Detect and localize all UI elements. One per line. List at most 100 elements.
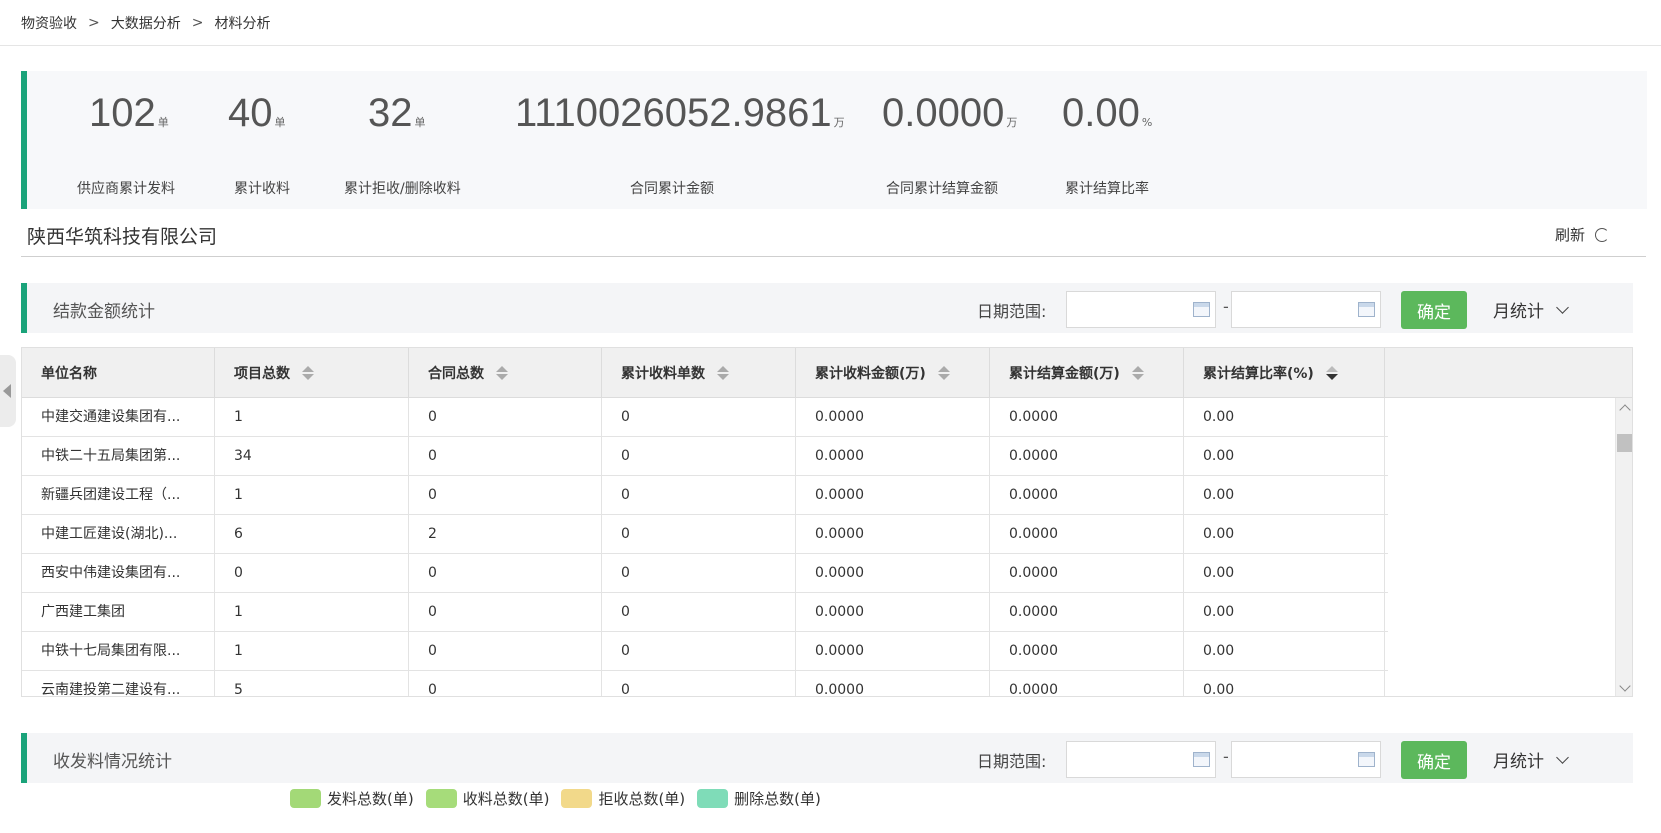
column-header[interactable]: 累计收料金额(万)	[796, 348, 990, 398]
table-row[interactable]: 中建交通建设集团有... 1 0 0 0.0000 0.0000 0.00	[22, 398, 1388, 437]
sort-icon[interactable]	[717, 366, 729, 380]
table-cell: 0.0000	[990, 554, 1184, 593]
start-date-input[interactable]	[1066, 741, 1216, 778]
chevron-down-icon	[1556, 750, 1569, 764]
breadcrumb-separator: >	[88, 14, 100, 31]
table-cell: 0	[409, 398, 602, 437]
table-cell: 0.00	[1184, 554, 1385, 593]
table-cell: 0	[409, 476, 602, 515]
column-header[interactable]: 项目总数	[215, 348, 409, 398]
table-cell: 0.0000	[796, 476, 990, 515]
sort-icon[interactable]	[1131, 366, 1144, 380]
end-date-input[interactable]	[1231, 741, 1381, 778]
table-body: 中建交通建设集团有... 1 0 0 0.0000 0.0000 0.00 中铁二十五局集团第…	[22, 398, 1388, 696]
stat-rejected-deleted: 32 单	[368, 91, 426, 136]
stat-mode-value: 月统计	[1493, 302, 1544, 322]
stat-value: 1110026052.9861	[515, 91, 832, 135]
column-header[interactable]: 累计收料单数	[602, 348, 796, 398]
table-cell: 1	[215, 632, 409, 671]
table-cell: 0	[602, 398, 796, 437]
table-row[interactable]: 中建工匠建设(湖北)... 6 2 0 0.0000 0.0000 0.00	[22, 515, 1388, 554]
breadcrumb-separator: >	[191, 14, 204, 31]
table-cell: 1	[215, 476, 409, 515]
table-row[interactable]: 西安中伟建设集团有... 0 0 0 0.0000 0.0000 0.00	[22, 554, 1388, 593]
table-cell: 0	[602, 671, 796, 696]
table-cell: 0	[409, 593, 602, 632]
sort-icon[interactable]	[302, 366, 314, 380]
scroll-up-icon[interactable]	[1619, 404, 1631, 416]
table-cell: 0	[602, 437, 796, 476]
sort-icon[interactable]	[937, 366, 950, 380]
stat-mode-dropdown[interactable]: 月统计	[1493, 747, 1569, 772]
table-cell: 0.0000	[796, 554, 990, 593]
table-cell: 0	[602, 476, 796, 515]
stat-value: 0.0000	[882, 91, 1005, 135]
column-header[interactable]: 合同总数	[409, 348, 602, 398]
stat-value: 32	[368, 91, 413, 135]
table-row[interactable]: 新疆兵团建设工程（... 1 0 0 0.0000 0.0000 0.00	[22, 476, 1388, 515]
legend-item[interactable]: 拒收总数(单)	[561, 788, 685, 809]
table-cell: 0	[409, 437, 602, 476]
material-stats-header: 收发料情况统计 日期范围: - 确定 月统计	[21, 733, 1633, 783]
end-date-input[interactable]	[1231, 291, 1381, 328]
stat-unit: 单	[414, 116, 426, 129]
column-header-label: 合同总数	[428, 366, 484, 382]
stat-value: 40	[228, 91, 273, 135]
table-cell: 云南建投第二建设有...	[22, 671, 215, 696]
sort-desc-icon[interactable]	[1325, 366, 1338, 380]
legend-swatch	[290, 789, 321, 808]
table-cell: 0.00	[1184, 398, 1385, 437]
legend-item[interactable]: 收料总数(单)	[425, 788, 549, 809]
date-separator: -	[1223, 747, 1229, 766]
table-cell: 0.00	[1184, 515, 1385, 554]
stat-value: 0.00	[1062, 91, 1140, 135]
table-row[interactable]: 中铁二十五局集团第... 34 0 0 0.0000 0.0000 0.00	[22, 437, 1388, 476]
table-cell: 0	[409, 554, 602, 593]
settlement-stats-header: 结款金额统计 日期范围: - 确定 月统计	[21, 283, 1633, 333]
date-range-label: 日期范围:	[977, 302, 1047, 321]
stat-mode-value: 月统计	[1493, 752, 1544, 772]
calendar-icon[interactable]	[1193, 302, 1210, 317]
legend-swatch	[697, 789, 729, 808]
calendar-icon[interactable]	[1193, 752, 1210, 767]
table-cell: 0.0000	[990, 398, 1184, 437]
legend-item[interactable]: 发料总数(单)	[290, 788, 414, 809]
scrollbar-thumb[interactable]	[1617, 434, 1632, 452]
sort-icon[interactable]	[496, 366, 508, 380]
divider	[21, 256, 1646, 257]
table-cell: 0	[602, 593, 796, 632]
legend-item[interactable]: 删除总数(单)	[697, 788, 821, 809]
table-cell: 0	[602, 515, 796, 554]
column-header[interactable]: 累计结算比率(%)	[1184, 348, 1385, 398]
breadcrumb-item-bigdata[interactable]: 大数据分析	[111, 13, 181, 33]
stat-label: 累计拒收/删除收料	[344, 181, 461, 197]
refresh-icon	[1595, 227, 1609, 242]
table-row[interactable]: 广西建工集团 1 0 0 0.0000 0.0000 0.00	[22, 593, 1388, 632]
table-cell: 6	[215, 515, 409, 554]
table-row[interactable]: 云南建投第二建设有... 5 0 0 0.0000 0.0000 0.00	[22, 671, 1388, 696]
chart-legend: 发料总数(单) 收料总数(单) 拒收总数(单) 删除总数(单)	[290, 788, 833, 809]
table-scrollbar[interactable]	[1615, 398, 1632, 696]
confirm-button[interactable]: 确定	[1401, 741, 1467, 779]
table-cell: 0	[409, 671, 602, 696]
date-separator: -	[1223, 297, 1229, 316]
legend-swatch	[425, 789, 457, 808]
calendar-icon[interactable]	[1358, 752, 1375, 767]
refresh-button[interactable]: 刷新	[1555, 224, 1609, 245]
stat-mode-dropdown[interactable]: 月统计	[1493, 297, 1569, 322]
legend-label: 发料总数(单)	[327, 790, 414, 808]
scroll-down-icon[interactable]	[1619, 680, 1631, 692]
table-cell: 2	[409, 515, 602, 554]
stat-settlement-ratio: 0.00%	[1062, 91, 1152, 136]
sidebar-toggle[interactable]	[0, 355, 16, 427]
breadcrumb-item-acceptance[interactable]: 物资验收	[21, 13, 77, 33]
breadcrumb: 物资验收 > 大数据分析 > 材料分析	[0, 0, 1661, 46]
calendar-icon[interactable]	[1358, 302, 1375, 317]
start-date-input[interactable]	[1066, 291, 1216, 328]
table-row[interactable]: 中铁十七局集团有限... 1 0 0 0.0000 0.0000 0.00	[22, 632, 1388, 671]
column-header[interactable]: 累计结算金额(万)	[990, 348, 1184, 398]
table-cell: 0.0000	[990, 593, 1184, 632]
confirm-button[interactable]: 确定	[1401, 291, 1467, 329]
column-header-label: 累计结算金额(万)	[1009, 366, 1120, 382]
stat-value: 102	[89, 91, 156, 135]
